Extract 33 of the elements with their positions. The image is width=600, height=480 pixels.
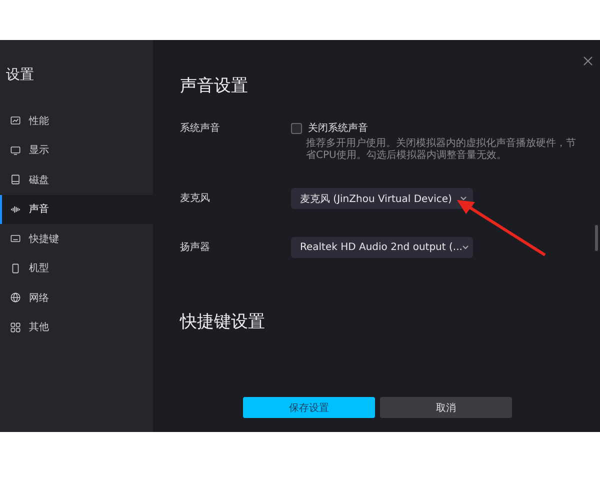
speaker-dropdown[interactable]: Realtek HD Audio 2nd output (... <box>291 237 473 258</box>
sidebar-item-icon <box>10 262 21 274</box>
sidebar-item[interactable]: 磁盘 <box>0 165 153 194</box>
sidebar-item[interactable]: 显示 <box>0 136 153 165</box>
sidebar-item-icon <box>10 292 21 304</box>
setting-description: 推荐多开用户使用。关闭模拟器内的虚拟化声音播放硬件，节省CPU使用。勾选后模拟器内调整音量无效。 <box>306 138 576 162</box>
close-icon[interactable] <box>583 56 593 66</box>
sidebar-item[interactable]: 性能 <box>0 106 153 136</box>
checkbox-label: 关闭系统声音 <box>308 122 368 135</box>
checkbox[interactable] <box>291 122 302 134</box>
microphone-dropdown[interactable]: 麦克风 (JinZhou Virtual Device) <box>291 188 473 209</box>
sidebar-item[interactable]: 机型 <box>0 254 153 283</box>
sidebar-item-icon <box>10 115 21 126</box>
setting-label: 扬声器 <box>180 240 211 254</box>
sidebar-item[interactable]: 其他 <box>0 312 153 342</box>
sidebar-item-icon <box>10 144 21 156</box>
scrollbar-thumb[interactable] <box>595 225 598 251</box>
save-button[interactable]: 保存设置 <box>243 397 375 418</box>
caret-icon <box>462 245 470 250</box>
sidebar-item-icon <box>10 322 21 333</box>
setting-label: 系统声音 <box>180 122 221 135</box>
sidebar-item[interactable]: 快捷键 <box>0 224 153 254</box>
sidebar-item-icon <box>10 174 21 186</box>
caret-icon <box>460 196 467 201</box>
sidebar-item[interactable]: 声音 <box>0 194 153 224</box>
setting-label: 麦克风 <box>180 192 211 205</box>
sidebar-item-icon <box>10 233 21 244</box>
section-title: 声音设置 <box>180 75 248 97</box>
sidebar-item-icon <box>10 204 21 215</box>
sidebar-item[interactable]: 网络 <box>0 283 153 312</box>
section-title: 快捷键设置 <box>180 311 266 333</box>
cancel-button[interactable]: 取消 <box>380 397 512 418</box>
sidebar-title: 设置 <box>5 66 35 85</box>
